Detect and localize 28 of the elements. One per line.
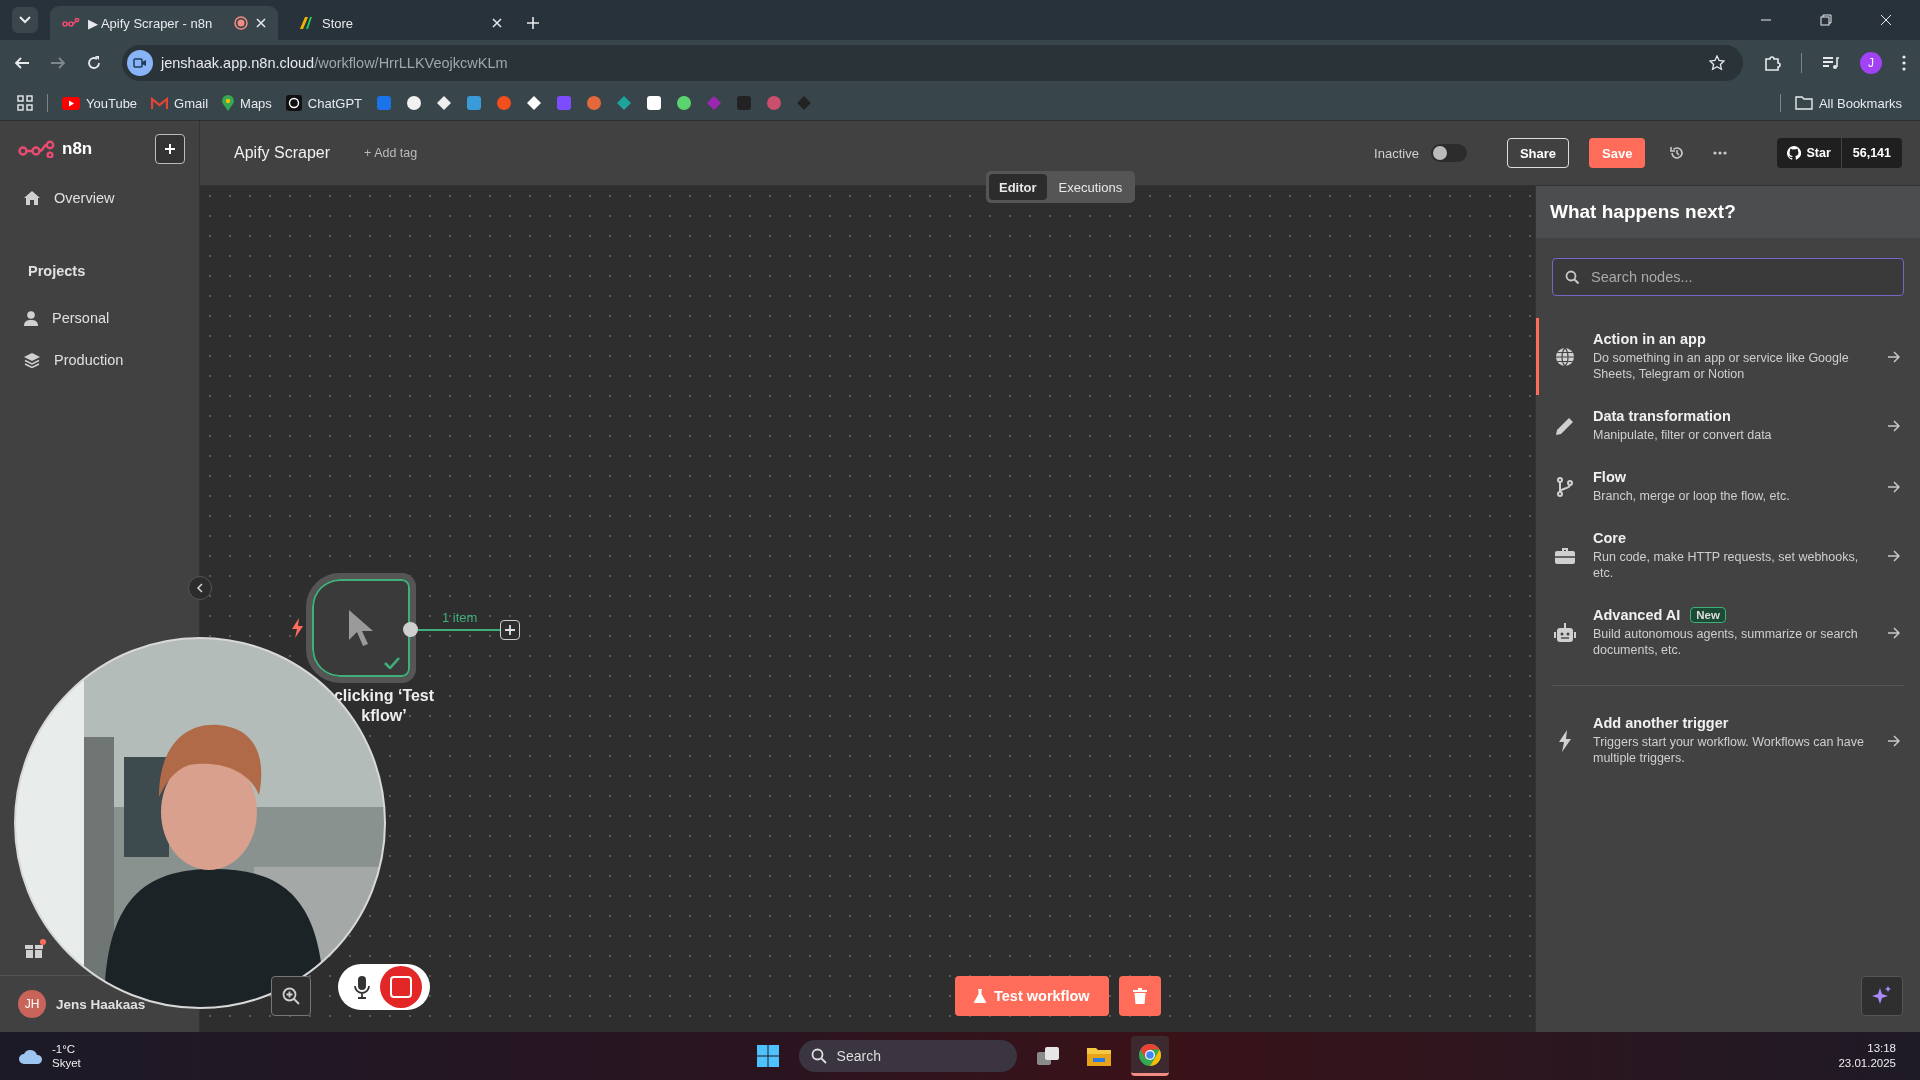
url-text: jenshaak.app.n8n.cloud/workflow/HrrLLKVeojkcwKLm [161, 55, 508, 71]
connection-label: 1 item [442, 610, 478, 625]
category-description: Branch, merge or loop the flow, etc. [1593, 488, 1791, 504]
category-description: Build autonomous agents, summarize or search documents, etc. [1593, 626, 1859, 658]
category-title: Flow [1593, 469, 1627, 485]
node-label: kflow’ [361, 706, 407, 726]
category-title: Add another trigger [1593, 715, 1730, 731]
category-description: Do something in an app or service like Google Sheets, Telegram or Notion [1593, 350, 1850, 382]
weather-condition: Skyet [52, 1056, 81, 1070]
node-label: clicking ‘Test [333, 686, 435, 706]
new-badge: New [1690, 607, 1726, 623]
logo-text: n8n [62, 139, 93, 159]
tab-title: Store [322, 15, 355, 31]
category-description: Manipulate, filter or convert data [1593, 427, 1773, 443]
temperature: -1°C [52, 1042, 77, 1056]
category-description: Triggers start your workflow. Workflows can have multiple triggers. [1593, 734, 1865, 766]
category-title: Data transformation [1593, 408, 1731, 424]
user-name: Jens Haakaas [56, 996, 146, 1012]
section-heading: Projects [27, 262, 87, 281]
tab-title: ▶ Apify Scraper - n8n [88, 15, 214, 31]
panel-title: What happens next? [1536, 186, 1920, 238]
category-description: Run code, make HTTP requests, set webhooks, etc. [1593, 549, 1860, 581]
category-title: Advanced AI [1593, 607, 1681, 623]
category-title: Action in an app [1593, 331, 1706, 347]
clock-time: 13:18 [1867, 1041, 1896, 1056]
clock-date: 23.01.2025 [1838, 1056, 1896, 1071]
category-title: Core [1593, 530, 1627, 546]
status-label: Inactive [1374, 145, 1419, 161]
